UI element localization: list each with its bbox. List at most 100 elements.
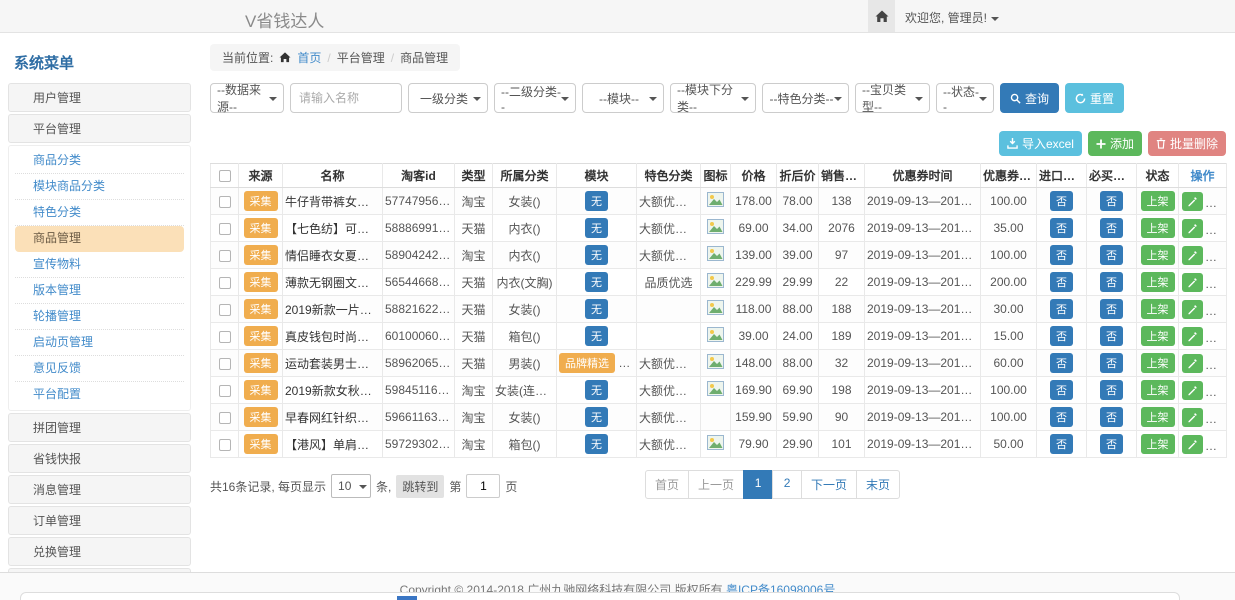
row-checkbox[interactable] [219, 223, 231, 235]
module-badge[interactable]: 无 [585, 218, 608, 238]
must-buy-toggle[interactable]: 否 [1100, 299, 1123, 319]
must-buy-toggle[interactable]: 否 [1100, 407, 1123, 427]
row-checkbox[interactable] [219, 358, 231, 370]
sidebar-subitem[interactable]: 平台配置 [15, 382, 184, 408]
search-name-input[interactable] [290, 83, 402, 113]
module-badge[interactable]: 无 [585, 434, 608, 454]
module-badge[interactable]: 品牌精选 [559, 353, 615, 373]
module-badge[interactable]: 无 [585, 380, 608, 400]
module-badge[interactable]: 无 [585, 299, 608, 319]
import-select-toggle[interactable]: 否 [1050, 326, 1073, 346]
import-select-toggle[interactable]: 否 [1050, 407, 1073, 427]
status-toggle[interactable]: 上架 [1141, 380, 1175, 400]
import-select-toggle[interactable]: 否 [1050, 245, 1073, 265]
source-badge[interactable]: 采集 [244, 218, 278, 238]
pager-button-1[interactable]: 1 [743, 470, 773, 499]
sidebar-subitem[interactable]: 意见反馈 [15, 356, 184, 382]
import-select-toggle[interactable]: 否 [1050, 299, 1073, 319]
jump-button[interactable]: 跳转到 [396, 475, 444, 498]
edit-button[interactable] [1182, 435, 1203, 454]
status-toggle[interactable]: 上架 [1141, 299, 1175, 319]
must-buy-toggle[interactable]: 否 [1100, 245, 1123, 265]
filter-select-category-1[interactable]: 一级分类 [408, 83, 488, 113]
sidebar-group-item[interactable]: 拼团管理 [8, 413, 191, 442]
pager-button-下一页[interactable]: 下一页 [801, 470, 857, 499]
import-select-toggle[interactable]: 否 [1050, 353, 1073, 373]
pager-button-末页[interactable]: 末页 [856, 470, 900, 499]
page-number-input[interactable] [466, 474, 500, 498]
import-select-toggle[interactable]: 否 [1050, 218, 1073, 238]
row-checkbox[interactable] [219, 385, 231, 397]
per-page-select[interactable]: 10 [331, 474, 371, 498]
source-badge[interactable]: 采集 [244, 272, 278, 292]
row-checkbox[interactable] [219, 439, 231, 451]
source-badge[interactable]: 采集 [244, 434, 278, 454]
source-badge[interactable]: 采集 [244, 353, 278, 373]
import-excel-button[interactable]: 导入excel [999, 131, 1082, 156]
row-checkbox[interactable] [219, 277, 231, 289]
module-badge[interactable]: 无 [585, 326, 608, 346]
status-toggle[interactable]: 上架 [1141, 191, 1175, 211]
source-badge[interactable]: 采集 [244, 407, 278, 427]
status-toggle[interactable]: 上架 [1141, 218, 1175, 238]
home-button[interactable] [868, 0, 895, 32]
sidebar-subitem[interactable]: 轮播管理 [15, 304, 184, 330]
sidebar-group-item[interactable]: 平台管理 [8, 114, 191, 143]
filter-select-module[interactable]: --模块-- [582, 83, 664, 113]
filter-select-data-source[interactable]: --数据来源-- [210, 83, 284, 113]
select-all-checkbox[interactable] [219, 170, 231, 182]
user-menu[interactable]: 欢迎您, 管理员! [905, 9, 999, 26]
status-toggle[interactable]: 上架 [1141, 434, 1175, 454]
import-select-toggle[interactable]: 否 [1050, 272, 1073, 292]
sidebar-group-item[interactable]: 订单管理 [8, 506, 191, 535]
source-badge[interactable]: 采集 [244, 326, 278, 346]
row-checkbox[interactable] [219, 304, 231, 316]
edit-button[interactable] [1182, 273, 1203, 292]
import-select-toggle[interactable]: 否 [1050, 380, 1073, 400]
edit-button[interactable] [1182, 246, 1203, 265]
edit-button[interactable] [1182, 192, 1203, 211]
must-buy-toggle[interactable]: 否 [1100, 380, 1123, 400]
row-checkbox[interactable] [219, 250, 231, 262]
must-buy-toggle[interactable]: 否 [1100, 272, 1123, 292]
status-toggle[interactable]: 上架 [1141, 407, 1175, 427]
pager-button-2[interactable]: 2 [772, 470, 802, 499]
source-badge[interactable]: 采集 [244, 299, 278, 319]
sidebar-subitem[interactable]: 宣传物料 [15, 252, 184, 278]
sidebar-group-item[interactable]: 省钱快报 [8, 444, 191, 473]
source-badge[interactable]: 采集 [244, 191, 278, 211]
search-button[interactable]: 查询 [1000, 83, 1059, 113]
must-buy-toggle[interactable]: 否 [1100, 218, 1123, 238]
row-checkbox[interactable] [219, 331, 231, 343]
must-buy-toggle[interactable]: 否 [1100, 326, 1123, 346]
row-checkbox[interactable] [219, 196, 231, 208]
module-badge[interactable]: 无 [585, 272, 608, 292]
status-toggle[interactable]: 上架 [1141, 245, 1175, 265]
must-buy-toggle[interactable]: 否 [1100, 353, 1123, 373]
edit-button[interactable] [1182, 408, 1203, 427]
source-badge[interactable]: 采集 [244, 245, 278, 265]
source-badge[interactable]: 采集 [244, 380, 278, 400]
sidebar-subitem[interactable]: 商品分类 [15, 148, 184, 174]
edit-button[interactable] [1182, 381, 1203, 400]
import-select-toggle[interactable]: 否 [1050, 191, 1073, 211]
sidebar-subitem[interactable]: 启动页管理 [15, 330, 184, 356]
edit-button[interactable] [1182, 300, 1203, 319]
sidebar-subitem[interactable]: 商品管理 [15, 226, 184, 252]
filter-select-item-type[interactable]: --宝贝类型-- [855, 83, 930, 113]
batch-delete-button[interactable]: 批量删除 [1148, 131, 1226, 156]
reset-button[interactable]: 重置 [1065, 83, 1124, 113]
filter-select-feature-category[interactable]: --特色分类-- [762, 83, 849, 113]
must-buy-toggle[interactable]: 否 [1100, 434, 1123, 454]
module-badge[interactable]: 无 [585, 407, 608, 427]
sidebar-subitem[interactable]: 特色分类 [15, 200, 184, 226]
status-toggle[interactable]: 上架 [1141, 326, 1175, 346]
edit-button[interactable] [1182, 219, 1203, 238]
sidebar-group-item[interactable]: 兑换管理 [8, 537, 191, 566]
sidebar-group-item[interactable]: 用户管理 [8, 83, 191, 112]
edit-button[interactable] [1182, 327, 1203, 346]
breadcrumb-home-link[interactable]: 首页 [297, 49, 321, 66]
filter-select-module-sub[interactable]: --模块下分类-- [670, 83, 756, 113]
filter-select-status[interactable]: --状态-- [936, 83, 994, 113]
filter-select-category-2[interactable]: --二级分类-- [494, 83, 576, 113]
